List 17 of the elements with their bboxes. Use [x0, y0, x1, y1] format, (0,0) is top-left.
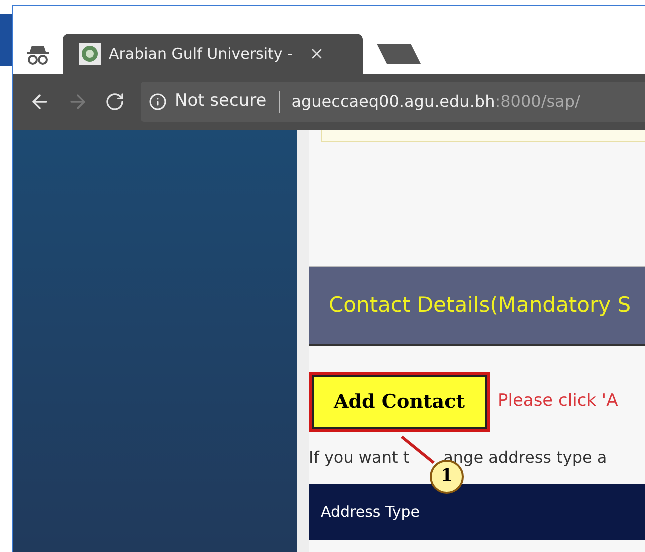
info-icon: [149, 93, 167, 111]
column-header: Address Type: [321, 502, 420, 523]
address-bar[interactable]: Not secure agueccaeq00.agu.edu.bh:8000/sap/: [141, 82, 645, 122]
note-text: If you want t: [309, 447, 410, 469]
reload-icon[interactable]: [105, 92, 125, 112]
instruction-text: Please click 'A: [498, 390, 618, 414]
callout-leader-line: [400, 435, 436, 465]
security-label: Not secure: [175, 90, 267, 114]
tab-title: Arabian Gulf University -: [109, 44, 293, 65]
url-text: agueccaeq00.agu.edu.bh:8000/sap/: [292, 91, 580, 113]
incognito-icon: [26, 44, 50, 66]
add-contact-button[interactable]: Add Contact: [312, 375, 487, 429]
new-tab-icon[interactable]: [375, 42, 423, 66]
window-edge: [0, 14, 12, 66]
section-title: Contact Details(Mandatory S: [329, 292, 632, 319]
university-logo-icon: [79, 43, 101, 65]
browser-tab[interactable]: Arabian Gulf University -: [63, 34, 363, 74]
